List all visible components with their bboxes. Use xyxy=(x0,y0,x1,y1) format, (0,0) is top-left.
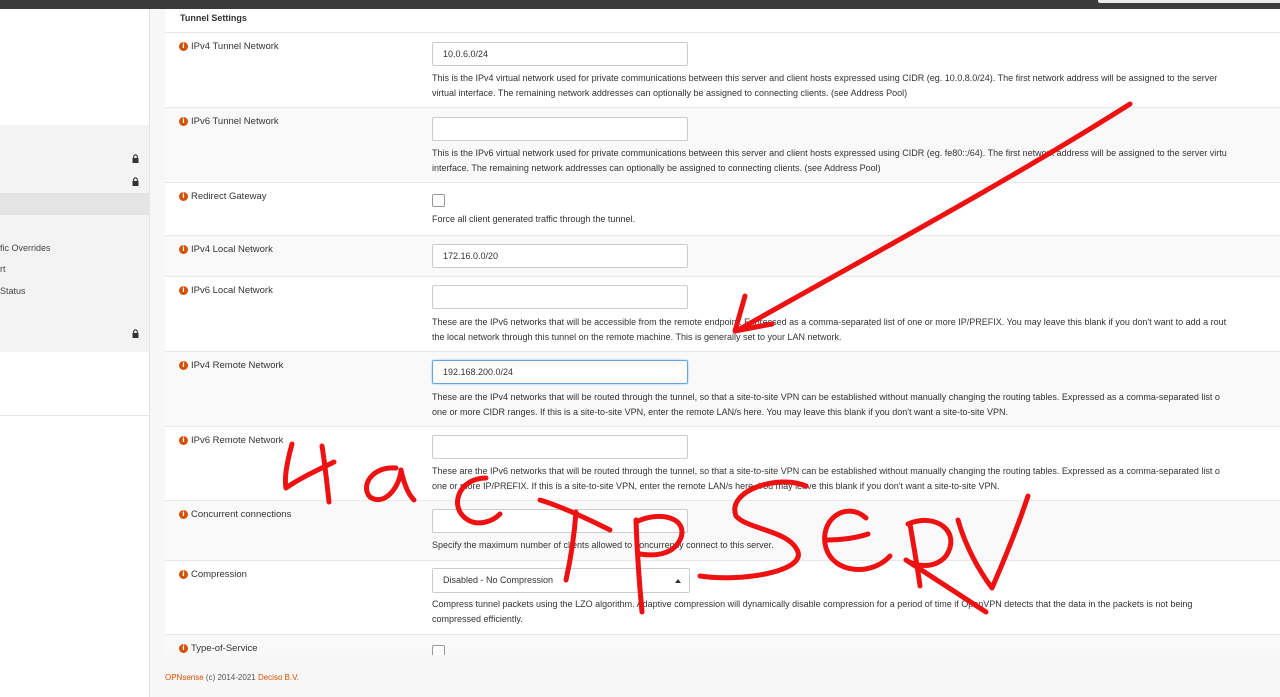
lock-icon xyxy=(132,329,139,338)
ipv4-remote-network-input[interactable] xyxy=(432,360,688,384)
field-hint: This is the IPv4 virtual network used fo… xyxy=(432,73,1218,83)
info-icon[interactable]: i xyxy=(179,117,188,126)
sidebar: fic Overrides rt Status xyxy=(0,9,150,697)
field-hint: the local network through this tunnel on… xyxy=(432,332,842,342)
field-label-text: Compression xyxy=(191,569,247,580)
row-compression: i Compression Disabled - No Compression C… xyxy=(165,560,1280,634)
sidebar-divider xyxy=(0,415,149,416)
field-label: i IPv4 Remote Network xyxy=(179,360,283,371)
caret-up-icon xyxy=(675,579,681,583)
lock-icon xyxy=(132,154,139,163)
concurrent-connections-input[interactable] xyxy=(432,509,688,533)
field-hint: Compress tunnel packets using the LZO al… xyxy=(432,599,1193,609)
lock-icon xyxy=(132,177,139,186)
sidebar-item-active[interactable] xyxy=(0,193,149,215)
sidebar-item-label[interactable]: fic Overrides xyxy=(0,243,51,253)
sidebar-item-label[interactable]: Status xyxy=(0,286,26,296)
info-icon[interactable]: i xyxy=(179,42,188,51)
row-ipv4-remote-network: iIPv4 Remote Network These are the IPv4 … xyxy=(165,351,1280,426)
field-hint: Specify the maximum number of clients al… xyxy=(432,540,774,550)
info-icon[interactable]: i xyxy=(179,245,188,254)
redirect-gateway-checkbox[interactable] xyxy=(432,194,445,207)
footer: OPNsense (c) 2014-2021 Deciso B.V. xyxy=(165,673,299,682)
search-input[interactable] xyxy=(1098,0,1280,3)
top-navbar xyxy=(0,0,1280,9)
field-hint: This is the IPv6 virtual network used fo… xyxy=(432,148,1227,158)
footer-copyright: (c) 2014-2021 xyxy=(203,673,258,682)
field-label: i IPv6 Local Network xyxy=(179,285,273,296)
sidebar-item-label[interactable]: rt xyxy=(0,264,6,274)
field-hint: These are the IPv4 networks that will be… xyxy=(432,392,1220,402)
field-hint: Force all client generated traffic throu… xyxy=(432,214,635,224)
row-concurrent-connections: i Concurrent connections Specify the maxi… xyxy=(165,500,1280,560)
row-ipv6-local-network: i IPv6 Local Network These are the IPv6 n… xyxy=(165,276,1280,351)
row-type-of-service: i Type-of-Service xyxy=(165,634,1280,655)
field-label-text: IPv4 Remote Network xyxy=(191,360,284,371)
footer-brand-link[interactable]: OPNsense xyxy=(165,673,204,682)
type-of-service-checkbox[interactable] xyxy=(432,645,445,655)
row-ipv6-remote-network: i IPv6 Remote Network These are the IPv6 … xyxy=(165,426,1280,500)
info-icon[interactable]: i xyxy=(179,361,188,370)
info-icon[interactable]: i xyxy=(179,436,188,445)
settings-card: Tunnel Settings iIPv4 Tunnel Network Thi… xyxy=(165,9,1280,655)
sidebar-menu-group xyxy=(0,125,149,352)
field-label: i IPv4 Tunnel Network xyxy=(179,41,279,52)
info-icon[interactable]: i xyxy=(179,644,188,653)
field-hint: one or more IP/PREFIX. If this is a site… xyxy=(432,481,1000,491)
ipv6-remote-network-input[interactable] xyxy=(432,435,688,459)
field-hint: virtual interface. The remaining network… xyxy=(432,88,908,98)
row-ipv6-tunnel-network: i IPv6 Tunnel Network This is the IPv6 vi… xyxy=(165,107,1280,182)
footer-company-link[interactable]: Deciso B.V. xyxy=(258,673,299,682)
field-label: i IPv6 Tunnel Network xyxy=(179,116,279,127)
ipv6-tunnel-network-input[interactable] xyxy=(432,117,688,141)
info-icon[interactable]: i xyxy=(179,570,188,579)
row-redirect-gateway: i Redirect Gateway Force all client gener… xyxy=(165,182,1280,235)
field-hint: These are the IPv6 networks that will be… xyxy=(432,317,1227,327)
section-title: Tunnel Settings xyxy=(180,13,247,23)
field-label: i Compression xyxy=(179,569,247,580)
field-label: i Type-of-Service xyxy=(179,643,258,654)
ipv6-local-network-input[interactable] xyxy=(432,285,688,309)
field-label-text: Concurrent connections xyxy=(191,509,292,520)
ipv4-tunnel-network-input[interactable] xyxy=(432,42,688,66)
field-label: i IPv4 Local Network xyxy=(179,244,273,255)
compression-select[interactable]: Disabled - No Compression xyxy=(432,568,690,593)
field-label-text: IPv6 Local Network xyxy=(191,285,273,296)
field-label-text: IPv4 Local Network xyxy=(191,244,273,255)
field-label: i Redirect Gateway xyxy=(179,191,267,202)
row-ipv4-local-network: i IPv4 Local Network xyxy=(165,235,1280,276)
compression-selected-value: Disabled - No Compression xyxy=(443,575,554,585)
field-label-text: IPv6 Tunnel Network xyxy=(191,116,279,127)
field-label-text: Redirect Gateway xyxy=(191,191,267,202)
field-label: i Concurrent connections xyxy=(179,509,291,520)
main-content: Tunnel Settings iIPv4 Tunnel Network Thi… xyxy=(150,9,1280,697)
field-hint: interface. The remaining network address… xyxy=(432,163,881,173)
field-hint: compressed efficiently. xyxy=(432,614,523,624)
ipv4-local-network-input[interactable] xyxy=(432,244,688,268)
field-label-text: IPv6 Remote Network xyxy=(191,435,284,446)
field-label-text: IPv4 Tunnel Network xyxy=(191,41,279,52)
field-label: i IPv6 Remote Network xyxy=(179,435,283,446)
info-icon[interactable]: i xyxy=(179,192,188,201)
info-icon[interactable]: i xyxy=(179,510,188,519)
field-hint: These are the IPv6 networks that will be… xyxy=(432,466,1220,476)
field-label-text: Type-of-Service xyxy=(191,643,258,654)
info-icon[interactable]: i xyxy=(179,286,188,295)
field-hint: one or more CIDR ranges. If this is a si… xyxy=(432,407,1008,417)
row-ipv4-tunnel-network: iIPv4 Tunnel Network This is the IPv4 vi… xyxy=(165,32,1280,107)
